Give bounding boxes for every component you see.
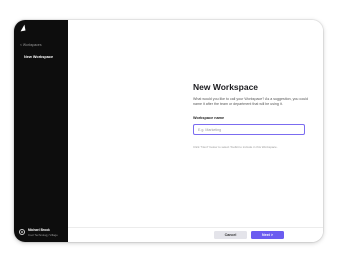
sidebar: < Workspaces New Workspace M Michael Bro… (14, 20, 68, 242)
cancel-button[interactable]: Cancel (214, 231, 247, 239)
avatar: M (19, 229, 25, 235)
page-description: What would you like to call your Workspa… (193, 97, 308, 106)
user-profile[interactable]: M Michael Brook Cool Technology Village (19, 228, 65, 237)
workspace-name-input[interactable] (193, 124, 305, 135)
next-button[interactable]: Next > (251, 231, 284, 239)
back-to-workspaces-link[interactable]: < Workspaces (20, 43, 42, 47)
logo-icon (19, 24, 26, 32)
main-content: New Workspace What would you like to cal… (68, 20, 323, 242)
workspace-name-label: Workspace name (193, 116, 225, 120)
page-title: New Workspace (193, 82, 259, 92)
user-name: Michael Brook (28, 228, 50, 232)
footer-bar: Cancel Next > (68, 227, 323, 242)
user-organization: Cool Technology Village (28, 232, 58, 237)
hint-text: Click "Next" below to select Toolkit to … (193, 145, 278, 149)
sidebar-item-new-workspace[interactable]: New Workspace (24, 55, 53, 59)
app-window: < Workspaces New Workspace M Michael Bro… (14, 20, 323, 242)
